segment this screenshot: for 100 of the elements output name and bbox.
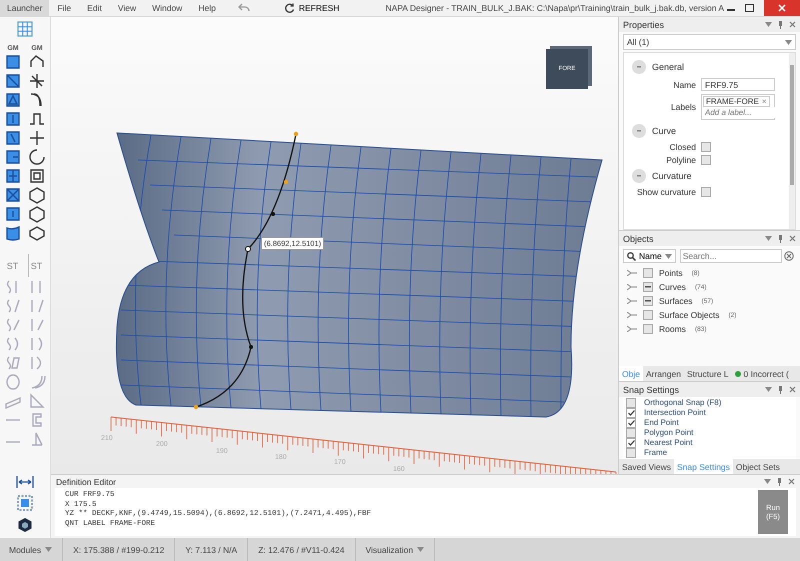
tree-item[interactable]: Points: [659, 268, 683, 278]
expand-icon[interactable]: [627, 270, 637, 276]
snap-checkbox[interactable]: [626, 448, 636, 458]
stiffener-tool-icon[interactable]: [4, 316, 22, 334]
close-icon[interactable]: [789, 386, 796, 393]
filter-dropdown[interactable]: All (1): [623, 34, 796, 50]
expand-icon[interactable]: [627, 312, 637, 318]
tree-item[interactable]: Curves: [659, 282, 686, 292]
snap-option-label: Intersection Point: [644, 408, 706, 418]
profile-tool-icon[interactable]: [28, 392, 46, 410]
measure-icon[interactable]: [16, 475, 34, 489]
surface-tool-icon[interactable]: [4, 224, 22, 242]
curve-tool-icon[interactable]: [28, 186, 46, 204]
panel-tab[interactable]: Arrangen: [642, 366, 684, 381]
pin-icon[interactable]: [778, 20, 783, 28]
panel-tab[interactable]: Saved Views: [619, 459, 674, 474]
pin-icon[interactable]: [777, 478, 782, 486]
surface-tool-icon[interactable]: [4, 148, 22, 166]
snap-checkbox[interactable]: [626, 438, 636, 448]
tree-checkbox[interactable]: [643, 268, 653, 278]
snap-checkbox[interactable]: [626, 418, 636, 428]
snap-checkbox[interactable]: [626, 398, 636, 408]
close-icon[interactable]: [789, 235, 796, 242]
field-label: Closed: [668, 142, 696, 152]
collapse-toggle[interactable]: [632, 124, 646, 138]
panel-title: Properties: [623, 20, 664, 30]
name-field[interactable]: FRF9.75: [701, 78, 775, 91]
panel-tab[interactable]: Snap Settings: [674, 459, 733, 474]
snap-checkbox[interactable]: [626, 408, 636, 418]
menu-item[interactable]: View: [110, 3, 144, 13]
grid-icon[interactable]: [17, 21, 33, 37]
section-title: General: [652, 62, 684, 72]
coordinate-readout: X: 175.388 / #199-0.212: [63, 538, 176, 561]
tree-checkbox[interactable]: [643, 282, 653, 292]
surface-tool-icon[interactable]: [4, 186, 22, 204]
dropdown-icon: [764, 479, 771, 484]
expand-icon[interactable]: [627, 326, 637, 332]
status-menu[interactable]: Visualization: [356, 538, 436, 561]
surface-tool-icon[interactable]: [4, 167, 22, 185]
search-icon: [627, 252, 636, 260]
refresh-button[interactable]: REFRESH: [278, 2, 346, 14]
tree-checkbox[interactable]: [643, 324, 653, 334]
curve-tool-icon[interactable]: [28, 205, 46, 223]
surface-tool-icon[interactable]: [4, 110, 22, 128]
close-icon: [778, 4, 786, 12]
close-button[interactable]: [764, 0, 800, 16]
minus-icon: [637, 175, 641, 177]
curve-tool-icon[interactable]: [28, 148, 46, 166]
stiffener-tool-icon[interactable]: [4, 297, 22, 315]
panel-tab[interactable]: Structure L: [684, 366, 732, 381]
panel-tab[interactable]: 0 Incorrect (: [732, 366, 792, 381]
status-menu[interactable]: Modules: [0, 538, 64, 561]
tree-item[interactable]: Surfaces: [659, 296, 693, 306]
checkbox[interactable]: [701, 155, 711, 165]
curve-tool-icon[interactable]: [28, 129, 46, 147]
menu-item[interactable]: File: [49, 3, 80, 13]
surface-tool-icon[interactable]: [4, 205, 22, 223]
stiffener-tool-icon[interactable]: [4, 373, 22, 391]
panel-tab[interactable]: Object Sets: [732, 459, 783, 474]
close-icon[interactable]: [789, 21, 796, 28]
clear-icon[interactable]: [784, 251, 794, 261]
dropdown-icon: [765, 236, 772, 241]
surface-tool-icon[interactable]: [4, 91, 22, 109]
curve-tool-icon[interactable]: [28, 167, 46, 185]
menu-item[interactable]: Help: [190, 3, 224, 13]
maximize-icon[interactable]: [745, 4, 754, 12]
tree-item[interactable]: Rooms: [659, 324, 686, 334]
curve-tool-icon[interactable]: [28, 72, 46, 90]
tree-checkbox[interactable]: [643, 310, 653, 320]
surface-tool-icon[interactable]: [4, 53, 22, 71]
curve-tool-icon[interactable]: [28, 224, 46, 242]
close-icon[interactable]: [788, 478, 795, 486]
menu-item[interactable]: Window: [144, 3, 190, 13]
undo-icon[interactable]: [238, 3, 250, 13]
surface-tool-icon[interactable]: [4, 72, 22, 90]
collapse-toggle[interactable]: [632, 60, 646, 74]
stiffener-tool-icon[interactable]: [4, 354, 22, 372]
cube-icon[interactable]: [17, 517, 33, 533]
checkbox[interactable]: [701, 187, 711, 197]
selection-icon[interactable]: [17, 495, 33, 511]
menu-item[interactable]: Edit: [79, 3, 110, 13]
surface-tool-icon[interactable]: [4, 129, 22, 147]
tree-checkbox[interactable]: [643, 296, 653, 306]
expand-icon[interactable]: [627, 298, 637, 304]
checkbox[interactable]: [701, 142, 711, 152]
launcher-button[interactable]: Launcher: [0, 0, 50, 16]
panel-title: Definition Editor: [56, 476, 116, 487]
search-mode-dropdown[interactable]: Name: [623, 249, 676, 263]
snap-option-label: Polygon Point: [644, 428, 694, 438]
search-field[interactable]: Search...: [680, 249, 782, 263]
expand-icon[interactable]: [627, 284, 637, 290]
snap-checkbox[interactable]: [626, 428, 636, 438]
pin-icon[interactable]: [778, 234, 783, 242]
tree-item[interactable]: Surface Objects: [659, 310, 720, 320]
pin-icon[interactable]: [778, 386, 783, 394]
collapse-toggle[interactable]: [632, 169, 646, 183]
remove-label-button[interactable]: ×: [762, 97, 767, 106]
panel-title: Snap Settings: [623, 384, 680, 394]
minus-icon: [637, 130, 641, 132]
snap-option-label: Orthogonal Snap (F8): [644, 398, 722, 408]
